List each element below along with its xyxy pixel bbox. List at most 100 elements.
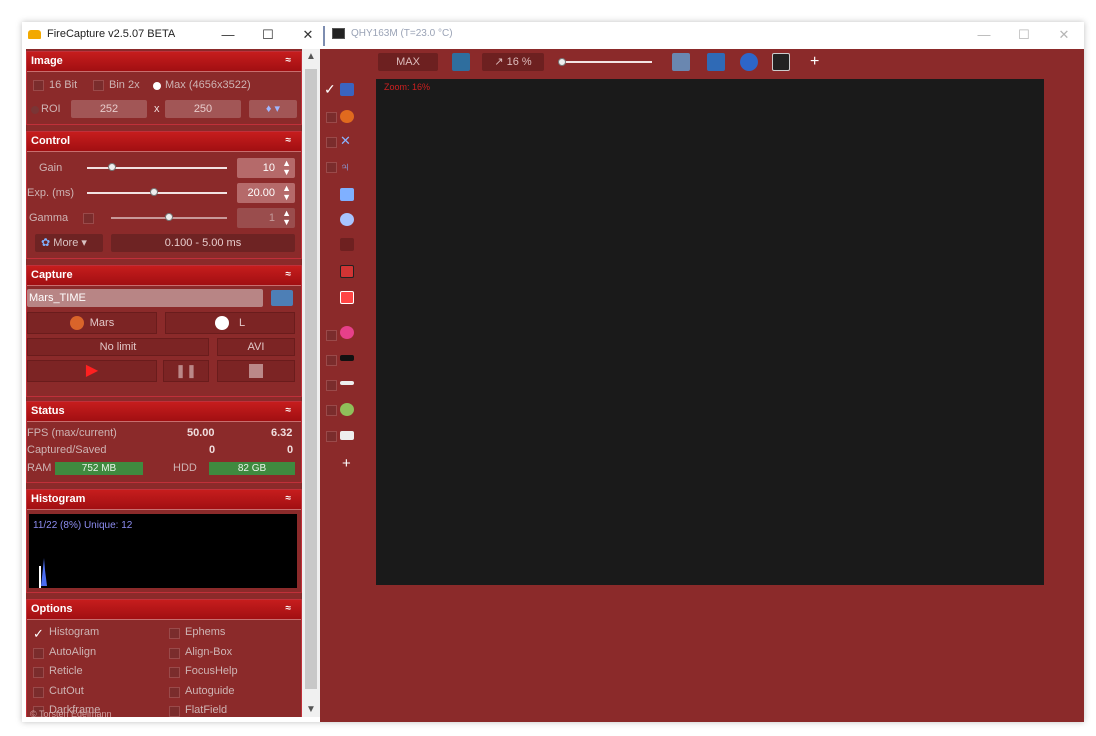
stop-button[interactable] — [217, 360, 295, 382]
max-button[interactable]: MAX — [378, 53, 438, 71]
start-capture-button[interactable]: ▶ — [27, 360, 157, 382]
capture-header[interactable]: Capture ≈ — [27, 266, 301, 286]
clock-icon[interactable] — [740, 53, 758, 71]
cloud-icon[interactable] — [340, 213, 354, 226]
tool-checkbox[interactable] — [326, 330, 337, 341]
ram-bar: 752 MB — [55, 462, 143, 475]
minimize-button[interactable]: — — [208, 26, 248, 46]
gamma-checkbox[interactable] — [83, 213, 94, 224]
image-header[interactable]: Image ≈ — [27, 52, 301, 72]
spin-arrows-icon[interactable]: ▲ ▼ — [282, 209, 291, 227]
format-dropdown[interactable]: AVI — [217, 338, 295, 356]
line-tool-icon[interactable] — [340, 381, 354, 385]
scroll-up-icon[interactable]: ▲ — [302, 51, 320, 62]
gamma-slider-knob[interactable] — [165, 213, 173, 221]
scroll-down-icon[interactable]: ▼ — [302, 704, 320, 715]
option-checkbox-ephems[interactable] — [169, 628, 180, 639]
panel-scrollbar[interactable]: ▲ ▼ — [302, 49, 320, 717]
camera-preview[interactable]: Zoom: 16% — [376, 79, 1044, 585]
camera-close-button[interactable]: ✕ — [1044, 26, 1084, 46]
green-tool-icon[interactable] — [340, 403, 354, 416]
close-button[interactable]: ✕ — [288, 26, 328, 46]
bar-tool-icon[interactable] — [340, 355, 354, 361]
export-icon[interactable] — [452, 53, 470, 71]
histogram-header[interactable]: Histogram ≈ — [27, 490, 301, 510]
zoom-dropdown[interactable]: ↗ 16 % — [482, 53, 544, 71]
option-checkbox-autoalign[interactable] — [33, 647, 44, 659]
16bit-checkbox[interactable] — [33, 80, 44, 91]
rgb-tool-icon[interactable] — [340, 326, 354, 339]
pause-button[interactable]: ❚❚ — [163, 360, 209, 382]
collapse-icon[interactable]: ≈ — [286, 269, 292, 280]
camera-minimize-button[interactable]: — — [964, 26, 1004, 46]
roi-width-input[interactable]: 252 — [71, 100, 147, 118]
collapse-icon[interactable]: ≈ — [286, 55, 292, 66]
tool-checkbox[interactable] — [326, 112, 337, 123]
option-checkbox-cutout[interactable] — [33, 686, 44, 698]
roi-height-input[interactable]: 250 — [165, 100, 241, 118]
calculator-icon[interactable] — [340, 188, 354, 201]
histogram-tool-icon[interactable] — [340, 83, 354, 96]
option-checkbox-focushelp[interactable] — [169, 667, 180, 678]
terminal-icon[interactable] — [772, 53, 790, 71]
option-checkbox-reticle[interactable] — [33, 667, 44, 678]
option-label-flatfield: FlatField — [185, 704, 228, 716]
tool-checkbox[interactable] — [326, 405, 337, 416]
add-sidebar-tool-button[interactable]: + — [342, 455, 351, 472]
zoom-slider-knob[interactable] — [558, 58, 566, 66]
filter-button[interactable]: L — [165, 312, 295, 334]
option-checkbox-flatfield[interactable] — [169, 706, 180, 717]
exposure-range-selector[interactable]: 0.100 - 5.00 ms — [111, 234, 295, 252]
check-icon[interactable]: ✓ — [324, 81, 336, 98]
capture-limit-dropdown[interactable]: No limit — [27, 338, 209, 356]
run-icon[interactable] — [707, 53, 725, 71]
gain-spinbox[interactable]: 10 ▲ ▼ — [237, 158, 295, 178]
gain-slider-knob[interactable] — [108, 163, 117, 171]
option-checkbox-align-box[interactable] — [169, 647, 180, 659]
add-tool-button[interactable]: + — [810, 53, 819, 71]
maximize-button[interactable]: ☐ — [248, 26, 288, 46]
roi-preset-dropdown[interactable]: ♦ ▾ — [249, 100, 297, 118]
options-header[interactable]: Options ≈ — [27, 600, 301, 620]
histogram-plot[interactable]: 11/22 (8%) Unique: 12 — [29, 514, 297, 588]
gamma-spinbox[interactable]: 1 ▲ ▼ — [237, 208, 295, 228]
camera-maximize-button[interactable]: ☐ — [1004, 26, 1044, 46]
collapse-icon[interactable]: ≈ — [286, 493, 292, 504]
monitor-icon[interactable] — [672, 53, 690, 71]
ram-label: RAM — [27, 462, 52, 474]
tool-checkbox[interactable] — [326, 162, 337, 173]
spin-arrows-icon[interactable]: ▲ ▼ — [282, 184, 291, 202]
zoom-overlay-text: Zoom: 16% — [384, 82, 431, 92]
option-checkbox-histogram[interactable]: ✓ — [33, 627, 44, 640]
exposure-spinbox[interactable]: 20.00 ▲ ▼ — [237, 183, 295, 203]
option-checkbox-autoguide[interactable] — [169, 686, 180, 698]
tool-checkbox[interactable] — [326, 355, 337, 366]
record-tool-icon[interactable] — [340, 291, 354, 304]
roi-radio[interactable] — [31, 106, 39, 114]
scroll-thumb[interactable] — [305, 69, 317, 689]
grid-tool-icon[interactable] — [340, 265, 354, 278]
exposure-slider-knob[interactable] — [150, 188, 159, 196]
control-header[interactable]: Control ≈ — [27, 132, 301, 152]
collapse-icon[interactable]: ≈ — [286, 405, 292, 416]
status-header[interactable]: Status ≈ — [27, 402, 301, 422]
camera-settings-icon[interactable] — [271, 290, 293, 306]
tool-checkbox[interactable] — [326, 137, 337, 148]
spin-arrows-icon[interactable]: ▲ ▼ — [282, 159, 291, 177]
max-radio[interactable] — [153, 82, 161, 90]
capture-name-input[interactable]: Mars_TIME — [27, 289, 263, 307]
copyright-footer: © Torsten Edelmann — [30, 709, 112, 717]
tool-checkbox[interactable] — [326, 380, 337, 391]
crosshair-icon[interactable]: ✕ — [340, 133, 351, 149]
dark-tool-icon[interactable] — [340, 238, 354, 251]
tool-checkbox[interactable] — [326, 431, 337, 442]
bin2x-checkbox[interactable] — [93, 80, 104, 91]
collapse-icon[interactable]: ≈ — [286, 135, 292, 146]
jupiter-icon[interactable]: ♃ — [340, 159, 350, 174]
zoom-slider[interactable] — [560, 61, 652, 63]
counter-tool-icon[interactable] — [340, 431, 354, 440]
planet-tool-icon[interactable] — [340, 110, 354, 123]
more-dropdown[interactable]: ✿ More ▾ — [35, 234, 103, 252]
object-button[interactable]: Mars — [27, 312, 157, 334]
collapse-icon[interactable]: ≈ — [286, 603, 292, 614]
